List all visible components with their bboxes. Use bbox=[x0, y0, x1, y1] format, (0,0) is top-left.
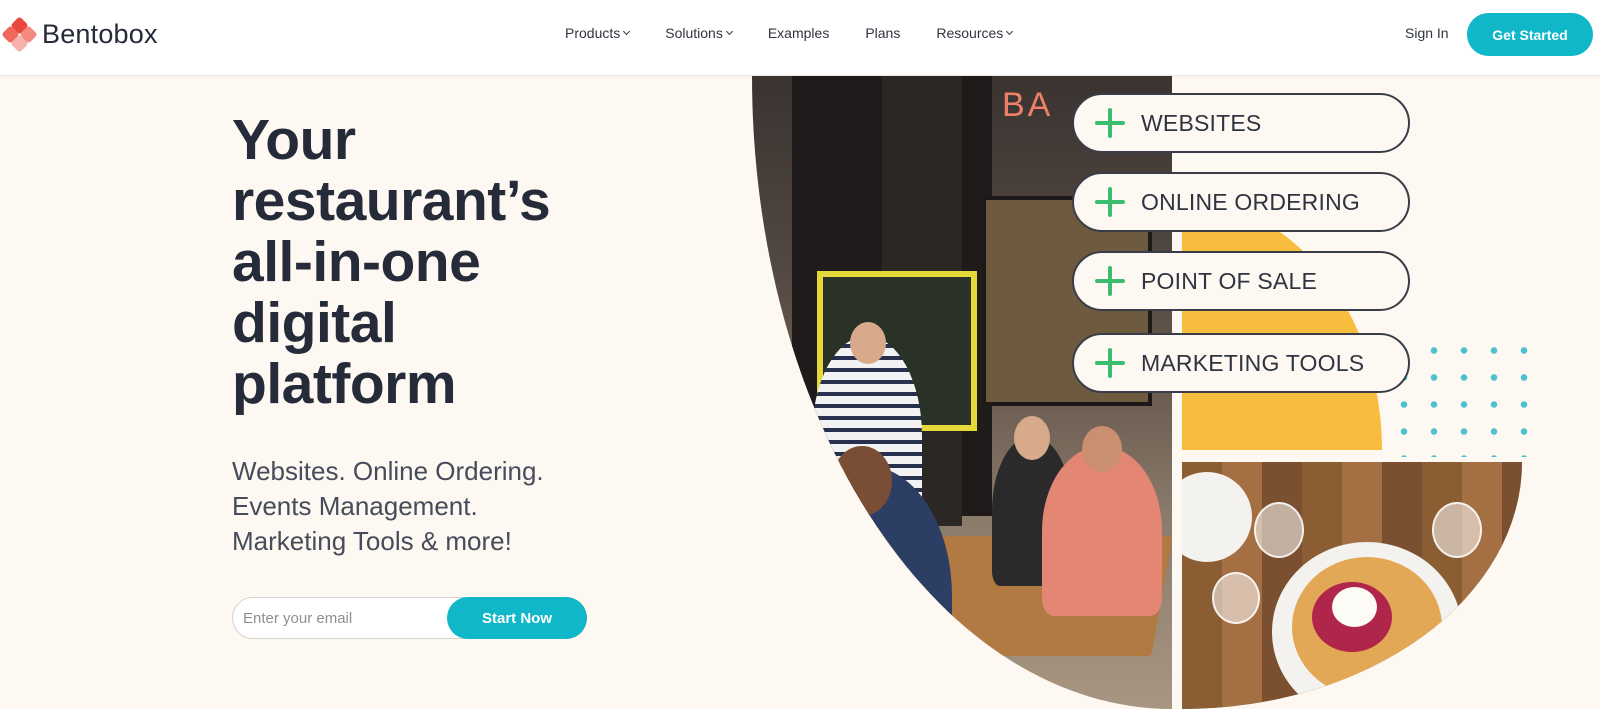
logo[interactable]: Bentobox bbox=[1, 16, 158, 53]
nav-item-label: Examples bbox=[767, 25, 830, 41]
nav-item-solutions[interactable]: Solutions bbox=[665, 25, 733, 41]
logo-mark-icon bbox=[1, 16, 38, 53]
chevron-down-icon bbox=[1006, 27, 1014, 36]
plus-icon bbox=[1095, 108, 1125, 138]
headline-line: platform bbox=[232, 352, 457, 416]
feature-label: POINT OF SALE bbox=[1141, 267, 1317, 294]
feature-pill-online-ordering[interactable]: ONLINE ORDERING bbox=[1072, 172, 1410, 232]
nav-item-resources[interactable]: Resources bbox=[936, 25, 1014, 41]
logo-text: Bentobox bbox=[42, 18, 158, 49]
nav-item-label: Resources bbox=[936, 25, 1004, 41]
headline-line: restaurant’s bbox=[232, 169, 551, 233]
site-header: Bentobox Products Solutions Examples Pla… bbox=[0, 0, 1600, 76]
nav-item-examples[interactable]: Examples bbox=[768, 25, 829, 41]
sign-in-link[interactable]: Sign In bbox=[1405, 25, 1449, 41]
subhead-line: Events Management. bbox=[232, 491, 478, 521]
main-nav: Products Solutions Examples Plans Resour… bbox=[565, 25, 1048, 41]
subhead-line: Marketing Tools & more! bbox=[232, 526, 512, 556]
headline-line: all-in-one bbox=[232, 230, 481, 294]
nav-item-products[interactable]: Products bbox=[565, 25, 631, 41]
headline-line: digital bbox=[232, 291, 397, 355]
chevron-down-icon bbox=[623, 27, 631, 36]
feature-pill-point-of-sale[interactable]: POINT OF SALE bbox=[1072, 251, 1410, 311]
nav-item-label: Products bbox=[565, 25, 621, 41]
feature-pill-websites[interactable]: WEBSITES bbox=[1072, 93, 1410, 153]
nav-item-plans[interactable]: Plans bbox=[865, 25, 900, 41]
email-input[interactable] bbox=[243, 606, 443, 630]
dot-pattern-decoration bbox=[1389, 337, 1529, 457]
yellow-circle-decoration bbox=[1182, 200, 1382, 450]
food-photo bbox=[1182, 462, 1522, 709]
feature-label: ONLINE ORDERING bbox=[1141, 188, 1360, 215]
get-started-button[interactable]: Get Started bbox=[1467, 13, 1593, 56]
hero-headline: Your restaurant’s all-in-one digital pla… bbox=[232, 110, 652, 415]
start-now-button[interactable]: Start Now bbox=[447, 597, 587, 639]
feature-label: WEBSITES bbox=[1141, 109, 1262, 136]
feature-label: MARKETING TOOLS bbox=[1141, 349, 1365, 376]
plus-icon bbox=[1095, 187, 1125, 217]
feature-pill-marketing-tools[interactable]: MARKETING TOOLS bbox=[1072, 333, 1410, 393]
plus-icon bbox=[1095, 266, 1125, 296]
headline-line: Your bbox=[232, 108, 356, 172]
hero-subhead: Websites. Online Ordering. Events Manage… bbox=[232, 454, 652, 559]
chevron-down-icon bbox=[725, 27, 733, 36]
storefront-sign: BA bbox=[1002, 86, 1054, 124]
nav-item-label: Solutions bbox=[665, 25, 723, 41]
plus-icon bbox=[1095, 348, 1125, 378]
nav-item-label: Plans bbox=[865, 25, 901, 41]
subhead-line: Websites. Online Ordering. bbox=[232, 456, 544, 486]
